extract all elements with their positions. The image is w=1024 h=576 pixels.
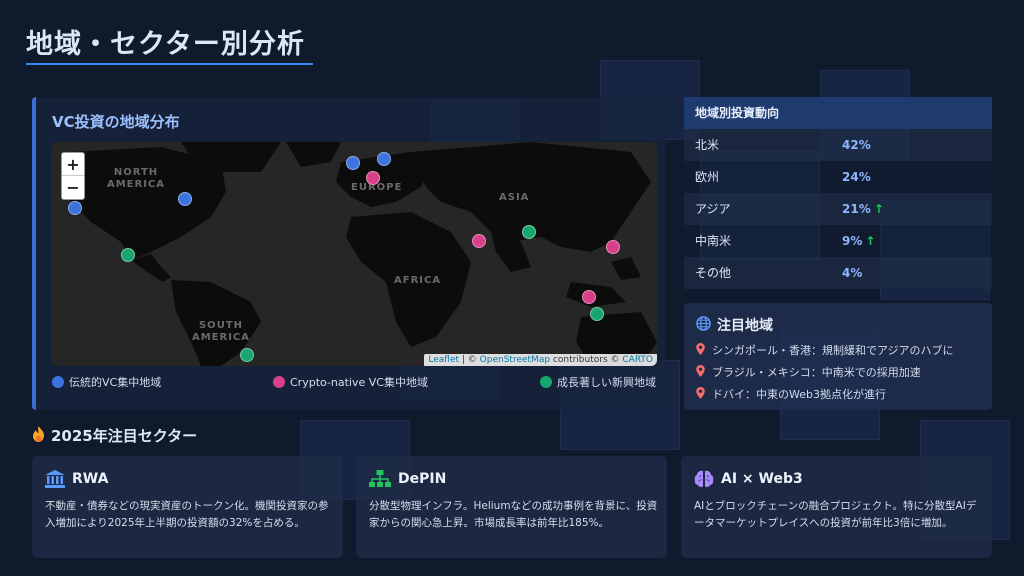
zoom-in-button[interactable]: + xyxy=(62,153,84,176)
legend-item-emerging: 成長著しい新興地域 xyxy=(540,374,656,390)
marker-traditional-vc[interactable] xyxy=(346,156,360,170)
sectors-heading: 2025年注目セクター xyxy=(32,425,197,446)
marker-traditional-vc[interactable] xyxy=(377,152,391,166)
legend-dot-blue xyxy=(52,376,64,388)
legend-item-traditional: 伝統的VC集中地域 xyxy=(52,374,161,390)
table-row: アジア 21% ↑ xyxy=(684,193,992,225)
map-pin-icon xyxy=(696,386,705,402)
table-header: 地域別投資動向 xyxy=(684,97,992,129)
label-asia: ASIA xyxy=(499,192,530,203)
marker-traditional-vc[interactable] xyxy=(68,201,82,215)
sector-card-depin: DePIN 分散型物理インフラ。Heliumなどの成功事例を背景に、投資家からの… xyxy=(356,456,667,558)
table-row: 欧州 24% xyxy=(684,161,992,193)
marker-emerging-region[interactable] xyxy=(121,248,135,262)
marker-emerging-region[interactable] xyxy=(590,307,604,321)
bank-icon xyxy=(45,470,65,488)
page-title: 地域・セクター別分析 xyxy=(26,29,305,60)
list-item: ドバイ：中東のWeb3拠点化が進行 xyxy=(696,386,886,402)
brain-icon xyxy=(694,470,714,488)
marker-crypto-native-vc[interactable] xyxy=(582,290,596,304)
marker-crypto-native-vc[interactable] xyxy=(366,171,380,185)
zoom-control: + − xyxy=(61,152,85,200)
map-panel: VC投資の地域分布 + − NORTH AMERICA EUROPE ASIA … xyxy=(32,97,666,410)
marker-traditional-vc[interactable] xyxy=(178,192,192,206)
marker-emerging-region[interactable] xyxy=(522,225,536,239)
regional-investment-table: 地域別投資動向 北米 42% 欧州 24% アジア 21% ↑ 中南米 9% ↑ そ… xyxy=(684,97,992,289)
world-map[interactable]: + − NORTH AMERICA EUROPE ASIA AFRICA SOU… xyxy=(51,142,657,366)
trend-up-icon: ↑ xyxy=(873,202,884,216)
list-item: ブラジル・メキシコ：中南米での採用加速 xyxy=(696,364,921,380)
table-row: 北米 42% xyxy=(684,129,992,161)
focus-regions-panel: 注目地域 シンガポール・香港：規制緩和でアジアのハブに ブラジル・メキシコ：中南… xyxy=(684,303,992,410)
trend-up-icon: ↑ xyxy=(865,234,876,248)
list-item: シンガポール・香港：規制緩和でアジアのハブに xyxy=(696,342,954,358)
sector-card-title: RWA xyxy=(72,471,109,487)
carto-link[interactable]: CARTO xyxy=(622,355,653,365)
legend-dot-pink xyxy=(273,376,285,388)
sector-card-rwa: RWA 不動産・債券などの現実資産のトークン化。機関投資家の参入増加により202… xyxy=(32,456,343,558)
map-attribution: Leaflet | © OpenStreetMap contributors ©… xyxy=(424,354,657,366)
network-icon xyxy=(369,470,391,488)
sector-card-body: AIとブロックチェーンの融合プロジェクト。特に分散型AIデータマーケットプレイス… xyxy=(694,500,977,529)
legend-item-crypto-native: Crypto-native VC集中地域 xyxy=(273,374,428,390)
focus-regions-title: 注目地域 xyxy=(696,315,773,335)
sector-card-title: DePIN xyxy=(398,471,447,487)
sector-card-body: 不動産・債券などの現実資産のトークン化。機関投資家の参入増加により2025年上半… xyxy=(45,500,329,529)
table-row: その他 4% xyxy=(684,257,992,289)
table-row: 中南米 9% ↑ xyxy=(684,225,992,257)
leaflet-link[interactable]: Leaflet xyxy=(428,355,459,365)
label-north-america: NORTH AMERICA xyxy=(106,167,166,190)
table-body: 北米 42% 欧州 24% アジア 21% ↑ 中南米 9% ↑ その他 4% xyxy=(684,129,992,289)
title-underline xyxy=(26,63,313,65)
osm-link[interactable]: OpenStreetMap xyxy=(480,355,550,365)
map-pin-icon xyxy=(696,342,705,358)
label-africa: AFRICA xyxy=(394,275,442,286)
fire-icon xyxy=(32,425,45,446)
map-pin-icon xyxy=(696,364,705,380)
marker-emerging-region[interactable] xyxy=(240,348,254,362)
map-legend: 伝統的VC集中地域 Crypto-native VC集中地域 成長著しい新興地域 xyxy=(52,374,658,390)
sector-card-ai-web3: AI × Web3 AIとブロックチェーンの融合プロジェクト。特に分散型AIデー… xyxy=(681,456,992,558)
marker-crypto-native-vc[interactable] xyxy=(606,240,620,254)
sector-card-title: AI × Web3 xyxy=(721,471,803,487)
zoom-out-button[interactable]: − xyxy=(62,176,84,199)
map-panel-title: VC投資の地域分布 xyxy=(52,113,180,131)
label-south-america: SOUTH AMERICA xyxy=(191,320,251,343)
marker-crypto-native-vc[interactable] xyxy=(472,234,486,248)
globe-icon xyxy=(696,315,711,335)
legend-dot-green xyxy=(540,376,552,388)
sector-card-body: 分散型物理インフラ。Heliumなどの成功事例を背景に、投資家からの関心急上昇。… xyxy=(369,500,658,529)
